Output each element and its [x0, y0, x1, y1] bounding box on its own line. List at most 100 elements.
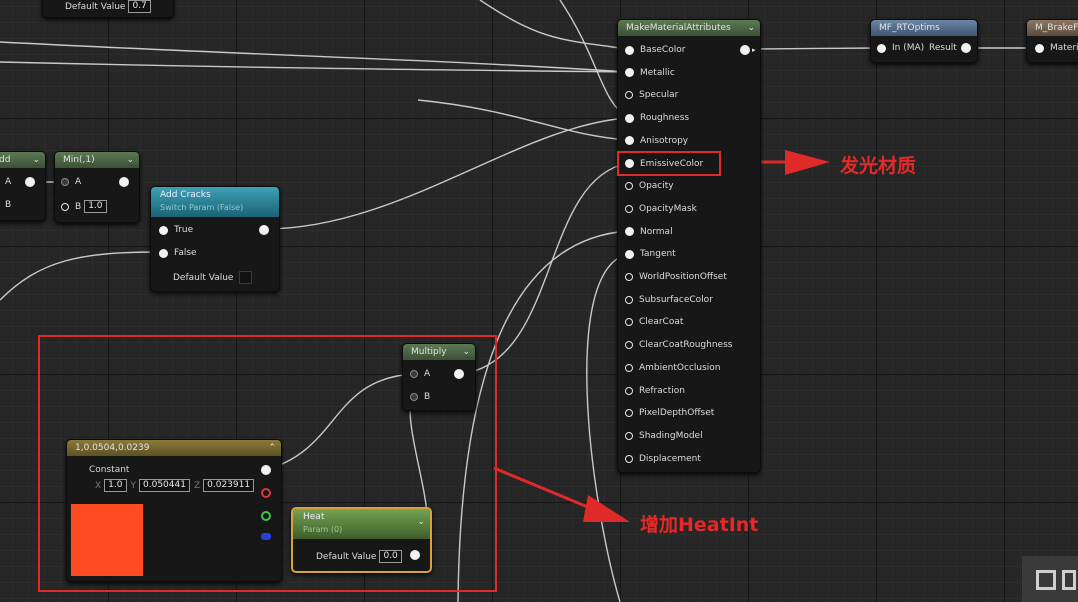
input-pin-icon[interactable] — [61, 178, 69, 186]
partial-top-node[interactable]: Default Value 0.7 — [42, 0, 174, 18]
pin-arrow-icon: ▸ — [752, 46, 756, 54]
input-pin-icon[interactable] — [625, 363, 633, 372]
wire — [0, 251, 161, 301]
output-pin-icon[interactable] — [259, 225, 269, 235]
b-value-field[interactable]: 1.0 — [84, 200, 107, 213]
input-pin-icon[interactable] — [159, 248, 168, 258]
pin-metallic[interactable]: Metallic — [625, 68, 675, 78]
chevron-down-icon[interactable]: ⌄ — [126, 152, 134, 168]
pin-label-result: Result — [929, 43, 957, 53]
input-pin-icon[interactable] — [625, 204, 633, 213]
qr-square-icon — [1062, 570, 1076, 590]
heat-highlight-box — [38, 335, 497, 592]
input-pin-icon[interactable] — [625, 431, 633, 440]
output-pin-icon[interactable] — [25, 177, 36, 187]
qr-square-icon — [1036, 570, 1056, 590]
default-value-checkbox[interactable] — [239, 271, 253, 284]
node-subtitle: Switch Param (False) — [160, 203, 244, 212]
input-pin-icon[interactable] — [625, 182, 633, 191]
pin-label-a: A — [5, 177, 12, 187]
default-value-label: Default Value — [65, 1, 126, 12]
default-value-label: Default Value — [173, 272, 234, 283]
node-title: MF_RTOptims — [871, 20, 977, 36]
pin-worldpositionoffset[interactable]: WorldPositionOffset — [625, 272, 727, 282]
pin-clearcoat[interactable]: ClearCoat — [625, 317, 683, 327]
input-pin-icon[interactable] — [625, 68, 634, 78]
pin-specular[interactable]: Specular — [625, 90, 678, 100]
input-pin-icon[interactable] — [625, 249, 634, 259]
wire — [417, 99, 629, 141]
pin-label: ClearCoat — [639, 317, 684, 328]
chevron-down-icon[interactable]: ⌄ — [747, 20, 755, 36]
input-pin-icon[interactable] — [625, 454, 633, 463]
pin-tangent[interactable]: Tangent — [625, 249, 676, 259]
wire — [479, 0, 629, 50]
pin-shadingmodel[interactable]: ShadingModel — [625, 431, 703, 441]
input-pin-icon[interactable] — [625, 386, 633, 395]
input-pin-icon[interactable] — [1035, 43, 1044, 53]
node-title: M_BrakeF — [1027, 20, 1078, 36]
pin-label: WorldPositionOffset — [639, 272, 727, 282]
input-pin-icon[interactable] — [625, 295, 633, 304]
input-pin-icon[interactable] — [625, 227, 634, 237]
input-pin-icon[interactable] — [625, 45, 634, 55]
annotation-heatint: 增加HeatInt — [640, 514, 759, 536]
wire — [747, 47, 881, 50]
input-pin-icon[interactable] — [625, 341, 633, 350]
add-cracks-node[interactable]: Add Cracks Switch Param (False) True Fal… — [150, 186, 280, 292]
input-pin-icon[interactable] — [625, 136, 634, 146]
pin-label: BaseColor — [640, 45, 686, 55]
pin-label: Anisotropy — [640, 135, 689, 146]
input-pin-icon[interactable] — [877, 43, 886, 53]
mf-rtoptims-node[interactable]: MF_RTOptims In (MA) Result — [870, 19, 978, 63]
pin-label-true: True — [174, 225, 194, 235]
annotation-arrowhead-heat — [583, 495, 630, 522]
node-title: Add Cracks — [160, 190, 211, 200]
pin-opacity[interactable]: Opacity — [625, 181, 674, 191]
input-pin-icon[interactable] — [625, 409, 633, 418]
input-pin-icon[interactable] — [159, 225, 168, 235]
pin-label: Tangent — [640, 249, 676, 260]
wire — [264, 117, 629, 230]
annotation-arrow-heat — [493, 466, 596, 512]
pin-label: Refraction — [639, 385, 685, 396]
pin-label-b: B — [5, 200, 12, 210]
input-pin-icon[interactable] — [625, 113, 634, 123]
output-pin-icon[interactable] — [119, 177, 129, 187]
qr-overlay-icon — [1022, 556, 1078, 602]
output-pin-icon[interactable] — [960, 43, 971, 53]
pin-pixeldepthoffset[interactable]: PixelDepthOffset — [625, 408, 714, 418]
pin-label: OpacityMask — [639, 203, 697, 214]
output-pin-icon[interactable] — [740, 45, 750, 55]
chevron-down-icon[interactable]: ⌄ — [32, 152, 40, 168]
pin-roughness[interactable]: Roughness — [625, 113, 689, 123]
input-pin-icon[interactable] — [625, 91, 633, 100]
pin-subsurfacecolor[interactable]: SubsurfaceColor — [625, 295, 713, 305]
m-brake-node[interactable]: M_BrakeF Materi — [1026, 19, 1078, 63]
pin-basecolor[interactable]: BaseColor — [625, 45, 685, 55]
pin-label-materi: Materi — [1050, 43, 1078, 53]
pin-anisotropy[interactable]: Anisotropy — [625, 136, 688, 146]
make-material-attributes-node[interactable]: MakeMaterialAttributes ⌄ BaseColor Metall… — [617, 19, 761, 473]
pin-label: ShadingModel — [639, 430, 703, 441]
pin-opacitymask[interactable]: OpacityMask — [625, 204, 697, 214]
pin-label-b: B — [75, 201, 82, 212]
pin-label: SubsurfaceColor — [639, 294, 713, 305]
input-pin-icon[interactable] — [61, 202, 69, 211]
min-node[interactable]: Min(,1) ⌄ A B 1.0 — [54, 151, 140, 223]
pin-displacement[interactable]: Displacement — [625, 454, 701, 464]
input-pin-icon[interactable] — [625, 318, 633, 327]
pin-clearcoatroughness[interactable]: ClearCoatRoughness — [625, 340, 732, 350]
input-pin-icon[interactable] — [625, 273, 633, 281]
pin-normal[interactable]: Normal — [625, 227, 673, 237]
pin-refraction[interactable]: Refraction — [625, 386, 685, 396]
pin-label: Normal — [640, 226, 673, 237]
node-title: dd — [0, 155, 11, 165]
default-value-field[interactable]: 0.7 — [128, 0, 151, 13]
pin-label: ClearCoatRoughness — [639, 340, 733, 351]
pin-label-a: A — [75, 177, 82, 187]
add-node-partial[interactable]: dd ⌄ A B — [0, 151, 46, 221]
pin-ambientocclusion[interactable]: AmbientOcclusion — [625, 363, 721, 373]
pin-label: Opacity — [639, 181, 674, 192]
pin-label-in: In (MA) — [892, 43, 925, 53]
